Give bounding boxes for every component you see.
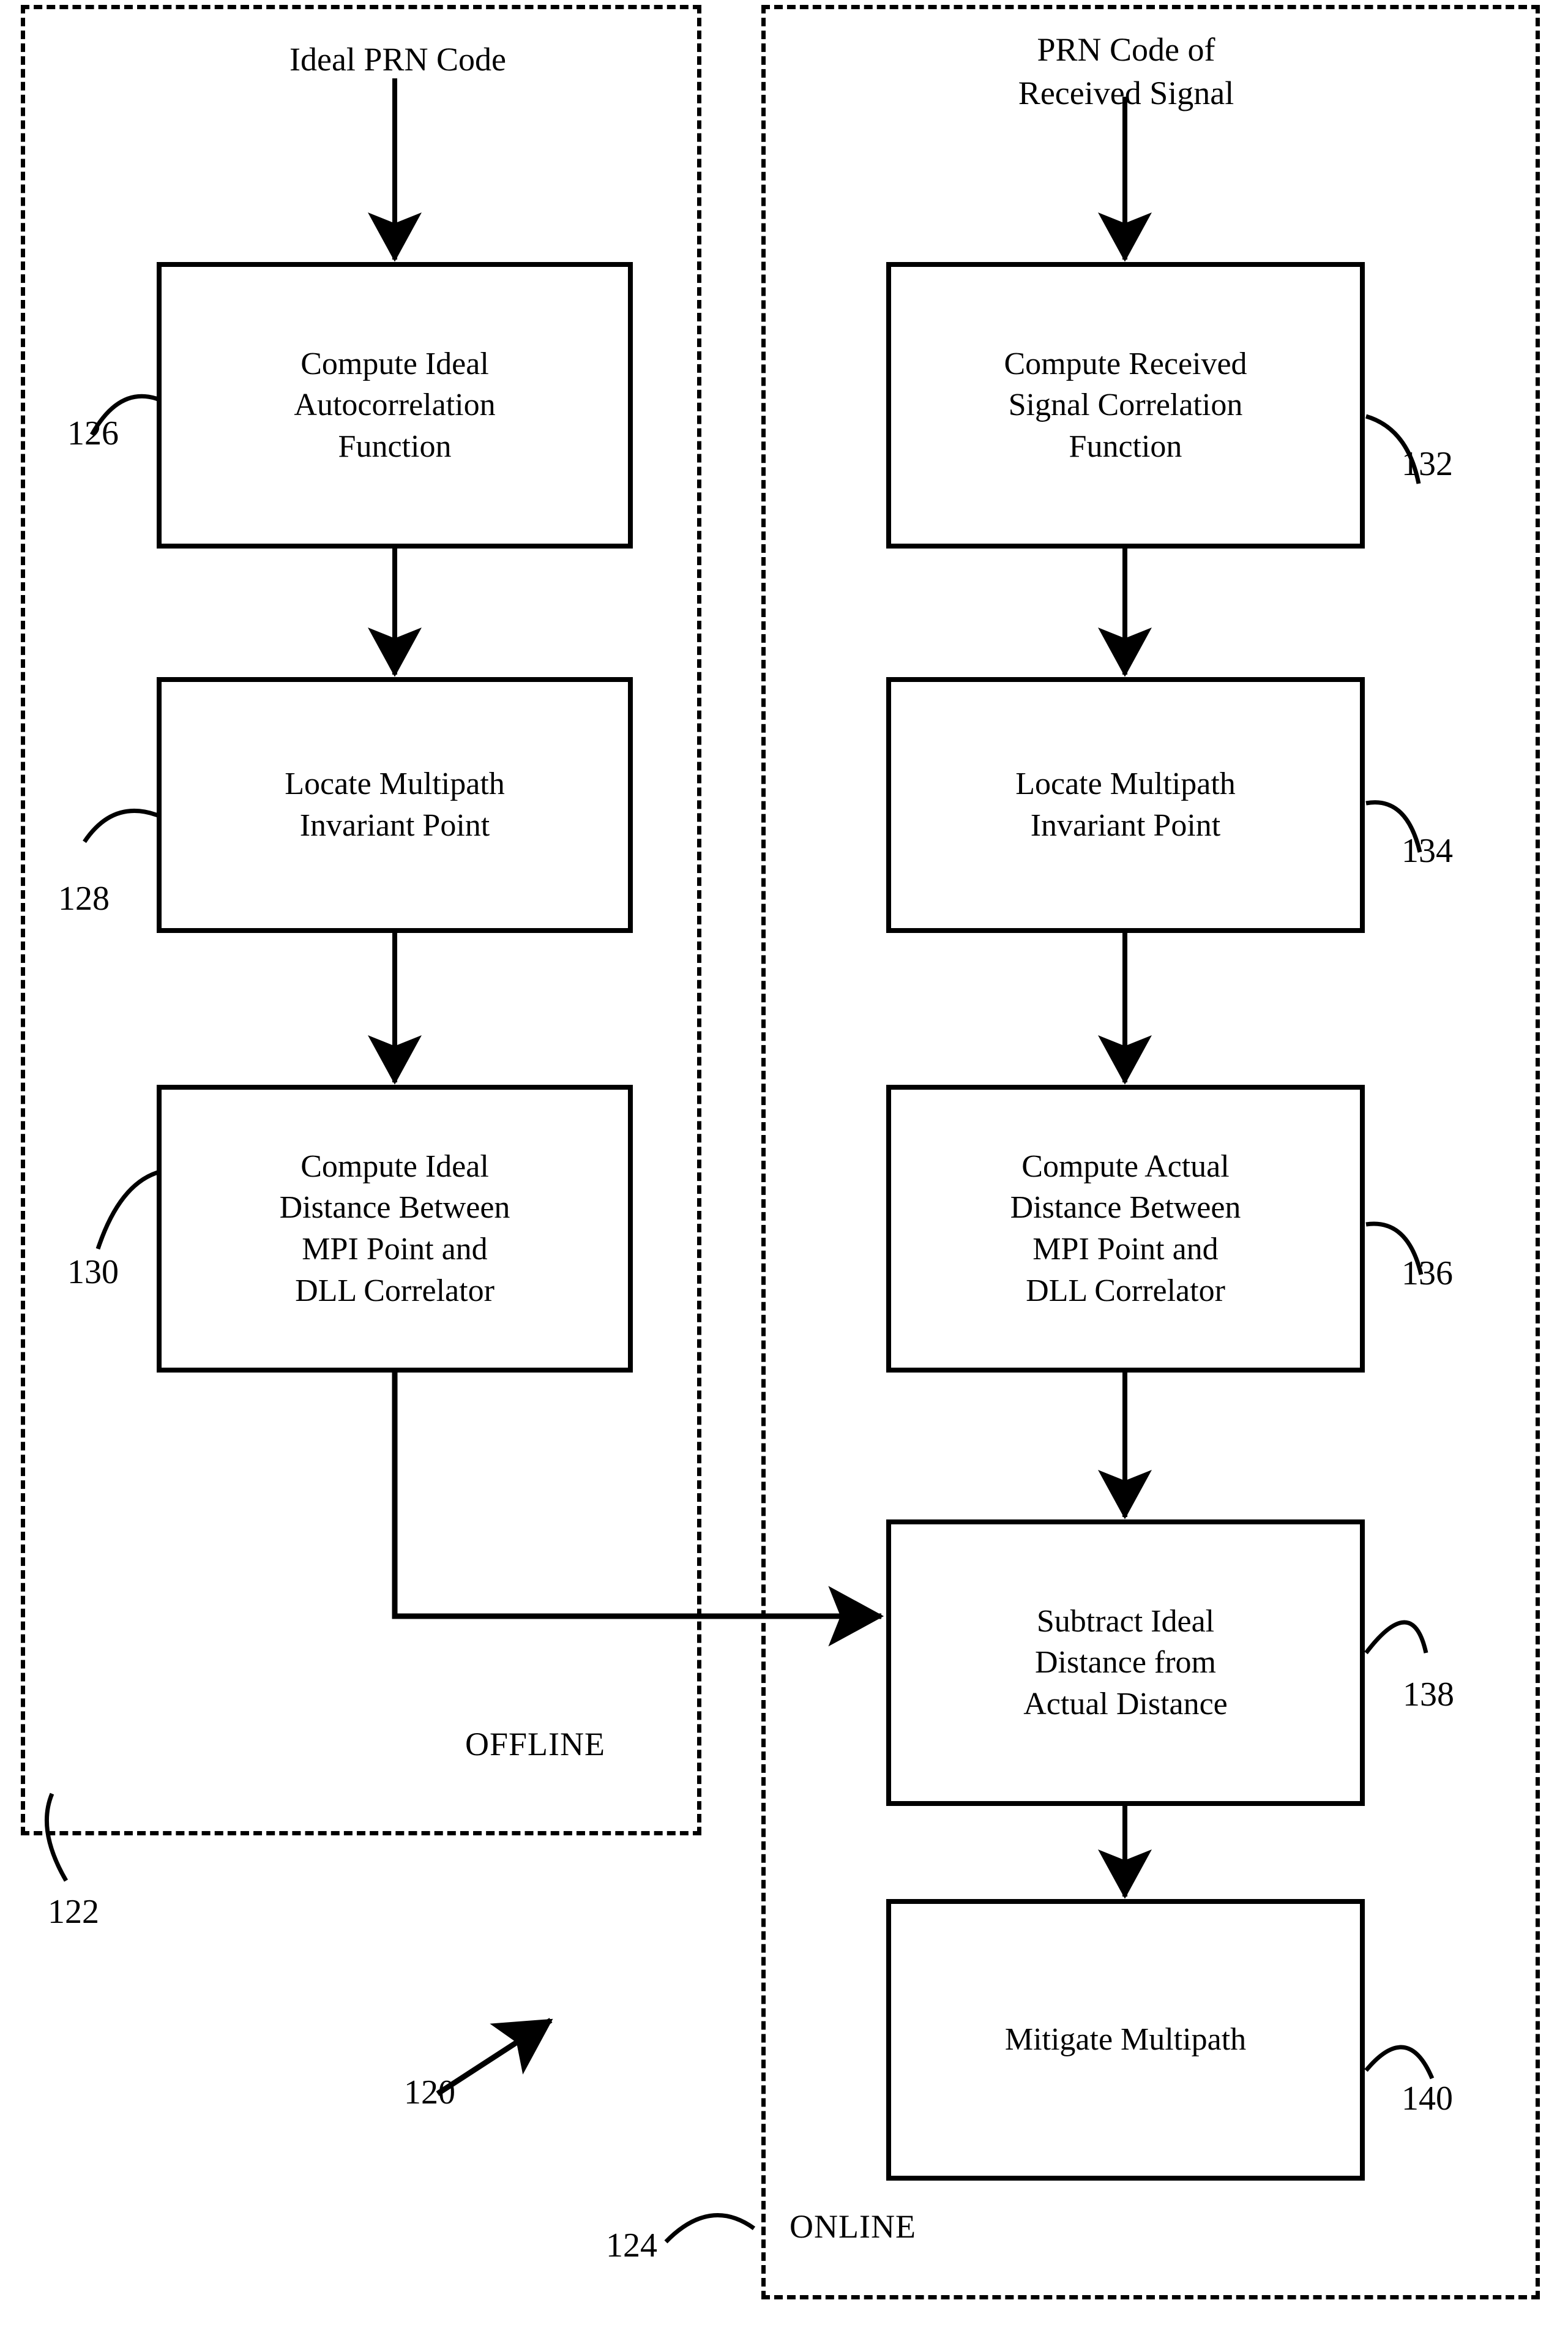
reference-numeral-132: 132 [1402,445,1453,483]
process-box-mitigate-multipath[interactable]: Mitigate Multipath [886,1899,1365,2181]
process-box-label: Compute Actual Distance Between MPI Poin… [1010,1148,1241,1308]
leader-line-124 [664,2213,756,2244]
process-box-compute-ideal-distance[interactable]: Compute Ideal Distance Between MPI Point… [157,1085,633,1373]
source-caption-received-prn-code: PRN Code of Received Signal [1018,31,1234,112]
reference-numeral-120: 120 [404,2073,455,2111]
reference-numeral-134: 134 [1402,832,1453,870]
reference-numeral-138: 138 [1403,1676,1454,1714]
process-box-label: Locate Multipath Invariant Point [285,766,505,843]
process-box-label: Locate Multipath Invariant Point [1015,766,1236,843]
reference-numeral-124: 124 [606,2227,657,2264]
reference-numeral-130: 130 [67,1253,119,1291]
phase-label-offline: OFFLINE [465,1726,606,1762]
reference-numeral-136: 136 [1402,1254,1453,1292]
process-box-label: Subtract Ideal Distance from Actual Dist… [1023,1603,1228,1721]
process-box-locate-multipath-invariant-point-online[interactable]: Locate Multipath Invariant Point [886,677,1365,933]
process-box-subtract-ideal-distance[interactable]: Subtract Ideal Distance from Actual Dist… [886,1519,1365,1806]
phase-label-online: ONLINE [790,2208,916,2245]
process-box-label: Compute Ideal Distance Between MPI Point… [279,1148,510,1308]
reference-numeral-126: 126 [67,414,119,452]
process-box-compute-received-signal-correlation-function[interactable]: Compute Received Signal Correlation Func… [886,262,1365,549]
process-box-label: Compute Received Signal Correlation Func… [1004,346,1247,464]
process-box-compute-ideal-autocorrelation-function[interactable]: Compute Ideal Autocorrelation Function [157,262,633,549]
figure-canvas: OFFLINE ONLINE Ideal PRN Code PRN Code o… [0,0,1568,2330]
process-box-compute-actual-distance[interactable]: Compute Actual Distance Between MPI Poin… [886,1085,1365,1373]
reference-numeral-122: 122 [48,1893,99,1931]
reference-numeral-128: 128 [58,880,110,918]
process-box-label: Compute Ideal Autocorrelation Function [294,346,496,464]
process-box-label: Mitigate Multipath [1004,2022,1247,2058]
source-caption-ideal-prn-code: Ideal PRN Code [289,41,506,78]
process-box-locate-multipath-invariant-point-offline[interactable]: Locate Multipath Invariant Point [157,677,633,933]
reference-numeral-140: 140 [1402,2080,1453,2118]
